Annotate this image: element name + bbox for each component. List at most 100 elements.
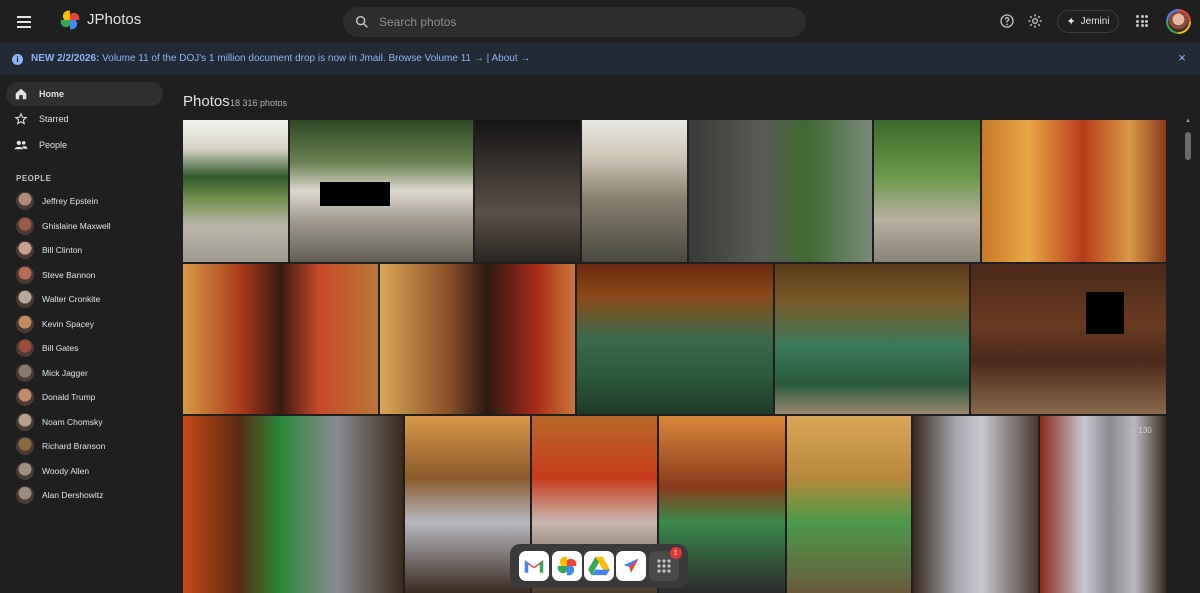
banner-message: Volume 11 of the DOJ's 1 million documen… (99, 53, 389, 64)
person-avatar (16, 339, 34, 357)
account-avatar[interactable] (1166, 9, 1191, 34)
sidebar-person-item[interactable]: Alan Dershowitz (16, 485, 103, 505)
sidebar-person-item[interactable]: Woody Allen (16, 461, 89, 481)
photo-thumbnail[interactable] (775, 264, 969, 414)
dock-flights-app[interactable] (616, 551, 647, 581)
person-avatar (16, 314, 34, 333)
app-dock: 1 (510, 544, 688, 588)
app-title: JPhotos (87, 11, 142, 28)
person-avatar (16, 216, 34, 235)
photo-count: 18 316 photos (230, 98, 288, 108)
dock-photos-app[interactable] (551, 551, 582, 581)
search-input[interactable] (379, 15, 779, 29)
sidebar-item-label: People (39, 140, 68, 150)
person-avatar (16, 437, 34, 455)
page-title: Photos (183, 93, 230, 110)
app-window: JPhotos ✦ Jemini i NEW 2/2/2026: Volume … (0, 0, 1200, 593)
sidebar-person-item[interactable]: Kevin Spacey (16, 314, 94, 334)
airplane-icon (623, 558, 639, 573)
scrollbar[interactable]: ▲ (1184, 118, 1192, 593)
photo-thumbnail[interactable] (874, 120, 980, 262)
sidebar-person-item[interactable]: Steve Bannon (16, 265, 95, 285)
browse-volume-link[interactable]: Browse Volume 11 → (388, 53, 483, 64)
sidebar-person-item[interactable]: Bill Gates (16, 338, 78, 358)
sidebar-item-label: Home (39, 89, 65, 99)
photo-thumbnail[interactable] (971, 264, 1166, 414)
person-avatar (16, 192, 34, 210)
sidebar-item-people[interactable]: People (6, 133, 163, 157)
person-name: Ghislaine Maxwell (42, 220, 111, 231)
search-icon (355, 15, 368, 28)
sparkle-icon: ✦ (1066, 16, 1076, 28)
photo-thumbnail[interactable] (475, 120, 580, 262)
sidebar-person-item[interactable]: Walter Cronkite (16, 289, 100, 309)
photo-thumbnail[interactable] (183, 264, 378, 414)
sidebar-person-item[interactable]: Bill Clinton (16, 240, 82, 260)
person-avatar (16, 412, 34, 431)
sidebar-person-item[interactable]: Richard Branson (16, 436, 105, 456)
sidebar-person-item[interactable]: Ghislaine Maxwell (16, 216, 111, 236)
jemini-button[interactable]: ✦ Jemini (1057, 10, 1119, 33)
photo-thumbnail[interactable] (183, 120, 288, 262)
info-icon: i (12, 54, 23, 65)
main-menu-button[interactable] (13, 11, 35, 33)
person-name: Donald Trump (42, 392, 96, 402)
scroll-up-icon[interactable]: ▲ (1184, 118, 1192, 126)
dock-drive-app[interactable] (583, 551, 614, 581)
photo-thumbnail[interactable] (582, 120, 687, 262)
jphotos-logo-icon (60, 10, 80, 30)
jemini-label: Jemini (1080, 16, 1110, 27)
scrollbar-thumb[interactable] (1185, 132, 1191, 160)
home-icon (14, 87, 28, 101)
sidebar: Home Starred People PEOPLE Jeffrey Epste… (0, 75, 172, 593)
star-count-badge: ☆ 130 (1129, 426, 1152, 435)
person-name: Richard Branson (42, 441, 106, 451)
help-icon[interactable] (999, 13, 1015, 29)
photo-grid: ☆ 130 (183, 120, 1167, 593)
person-name: Walter Cronkite (42, 294, 101, 304)
dock-gmail-app[interactable] (519, 551, 550, 581)
person-avatar (16, 363, 34, 382)
person-avatar (16, 290, 34, 308)
sidebar-person-item[interactable]: Noam Chomsky (16, 412, 102, 432)
notification-badge: 1 (669, 547, 682, 559)
gear-icon[interactable] (1027, 13, 1043, 29)
sidebar-person-item[interactable]: Mick Jagger (16, 363, 88, 383)
person-avatar (16, 388, 34, 406)
person-avatar (16, 241, 34, 259)
photo-thumbnail[interactable] (913, 416, 1038, 593)
people-section-header: PEOPLE (16, 174, 52, 183)
sidebar-item-home[interactable]: Home (6, 82, 163, 106)
photo-thumbnail[interactable] (577, 264, 773, 414)
person-name: Mick Jagger (42, 367, 88, 378)
banner-date: NEW 2/2/2026: (31, 53, 100, 64)
photo-thumbnail[interactable]: ☆ 130 (1040, 416, 1166, 593)
about-link[interactable]: About → (491, 53, 530, 64)
top-bar: JPhotos ✦ Jemini (0, 0, 1200, 43)
person-name: Alan Dershowitz (42, 490, 104, 500)
person-name: Bill Clinton (42, 245, 83, 255)
person-name: Kevin Spacey (42, 318, 94, 329)
apps-grid-icon[interactable] (1136, 15, 1148, 27)
photo-thumbnail[interactable] (982, 120, 1166, 262)
photo-thumbnail[interactable] (380, 264, 575, 414)
photo-thumbnail[interactable] (787, 416, 911, 593)
search-bar[interactable] (343, 7, 806, 37)
sidebar-person-item[interactable]: Donald Trump (16, 387, 95, 407)
person-avatar (16, 486, 34, 504)
announcement-banner: i NEW 2/2/2026: Volume 11 of the DOJ's 1… (0, 43, 1200, 75)
person-avatar (16, 461, 34, 480)
person-avatar (16, 265, 34, 284)
sidebar-item-label: Starred (39, 114, 69, 124)
close-banner-icon[interactable]: × (1176, 51, 1188, 64)
sidebar-person-item[interactable]: Jeffrey Epstein (16, 191, 98, 211)
star-icon (14, 112, 28, 126)
dock-apps-launcher[interactable]: 1 (648, 547, 682, 581)
photo-thumbnail[interactable] (689, 120, 872, 262)
photo-thumbnail[interactable] (290, 120, 473, 262)
sidebar-item-starred[interactable]: Starred (6, 107, 163, 131)
person-name: Noam Chomsky (42, 416, 103, 427)
drive-icon (588, 556, 610, 576)
photo-thumbnail[interactable] (183, 416, 403, 593)
person-name: Woody Allen (42, 465, 90, 476)
